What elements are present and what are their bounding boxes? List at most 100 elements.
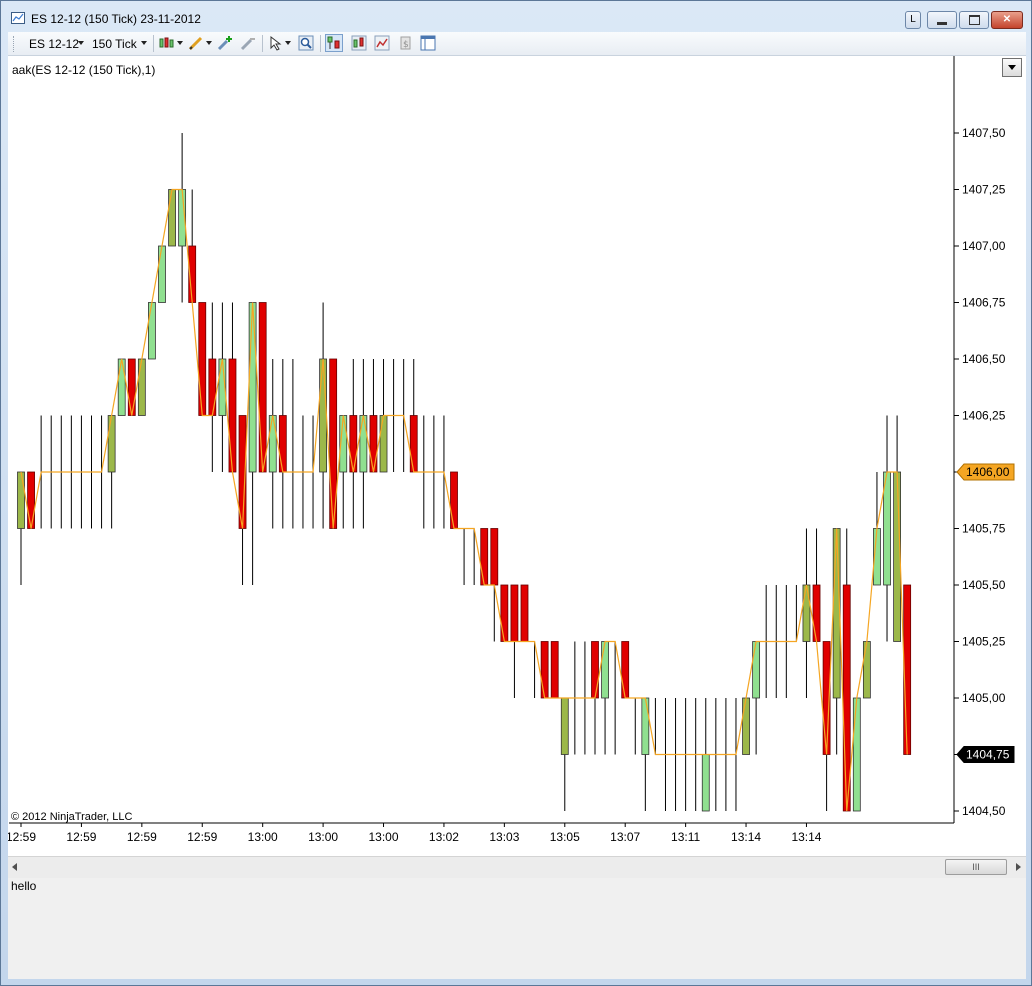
x-tick-label: 13:00	[369, 830, 399, 844]
chart-style-dropdown-icon[interactable]	[177, 41, 183, 45]
y-tick-label: 1406,50	[962, 352, 1006, 366]
x-tick-label: 13:07	[610, 830, 640, 844]
y-tick-label: 1405,50	[962, 578, 1006, 592]
close-button[interactable]: ✕	[991, 11, 1023, 29]
horizontal-scrollbar[interactable]: III	[8, 856, 1026, 878]
x-tick-label: 13:11	[671, 830, 700, 844]
candle-body-up	[107, 415, 116, 473]
y-tick-label: 1404,50	[962, 804, 1006, 818]
candle-body-down	[591, 641, 599, 699]
y-tick-label: 1406,25	[962, 409, 1006, 423]
price-chart[interactable]: 1407,50 1407,25 1407,00 1406,75 1406,50 1406,…	[8, 56, 1026, 856]
x-tick-label: 13:14	[791, 830, 821, 844]
link-button[interactable]: L	[905, 11, 921, 29]
x-tick-label: 12:59	[8, 830, 36, 844]
close-icon: ✕	[1002, 14, 1012, 25]
chevron-down-icon	[1008, 65, 1016, 70]
candle-body-down	[510, 584, 519, 642]
candle-body-down	[208, 358, 217, 416]
window-title: ES 12-12 (150 Tick) 23-11-2012	[31, 12, 201, 26]
candle-body-down	[480, 528, 489, 586]
add-drawing-icon[interactable]	[217, 35, 233, 51]
candle-body-down	[500, 584, 509, 642]
maximize-button[interactable]	[959, 11, 989, 29]
candle-body-up	[148, 302, 156, 360]
candle-body-up	[852, 697, 861, 812]
x-tick-label: 13:00	[248, 830, 278, 844]
instrument-dropdown-icon[interactable]	[78, 41, 84, 45]
x-tick-label: 13:02	[429, 830, 459, 844]
candle-body-up	[701, 754, 710, 812]
data-box-icon[interactable]	[325, 34, 343, 52]
candle-body-down	[369, 415, 378, 473]
copyright-text: © 2012 NinjaTrader, LLC	[11, 811, 133, 823]
candle-body-up	[641, 697, 650, 755]
scroll-left-icon[interactable]	[12, 863, 17, 871]
chart-window-icon	[11, 12, 25, 24]
chart-window: ES 12-12 (150 Tick) 23-11-2012 L ✕ ES 12…	[0, 0, 1032, 986]
panels-icon[interactable]	[420, 35, 436, 51]
minimize-icon	[937, 22, 947, 25]
y-tick-label: 1407,00	[962, 239, 1006, 253]
client-area: ES 12-12 150 Tick $ 1407,50 1407,25 1407…	[8, 32, 1026, 979]
y-tick-label: 1405,00	[962, 691, 1006, 705]
toolbar-separator	[320, 35, 321, 52]
maximize-icon	[968, 15, 980, 25]
price-marker-label: 1406,00	[966, 465, 1010, 479]
candle-body-up	[248, 302, 257, 473]
properties-icon[interactable]: $	[397, 35, 413, 51]
scrollbar-thumb[interactable]: III	[945, 859, 1007, 875]
x-tick-label: 13:14	[731, 830, 761, 844]
x-tick-label: 13:03	[489, 830, 519, 844]
price-marker-label: 1404,75	[966, 748, 1010, 762]
indicator-label: aak(ES 12-12 (150 Tick),1)	[12, 63, 156, 77]
toolbar-grip[interactable]	[13, 36, 16, 52]
drawing-tool-dropdown-icon[interactable]	[206, 41, 212, 45]
cursor-icon[interactable]	[268, 35, 284, 51]
y-tick-label: 1405,25	[962, 635, 1006, 649]
candle-body-up	[601, 641, 609, 699]
x-tick-label: 13:05	[550, 830, 580, 844]
candle-body-down	[409, 415, 418, 473]
minimize-button[interactable]	[927, 11, 957, 29]
x-tick-label: 12:59	[187, 830, 217, 844]
indicators-icon[interactable]	[351, 35, 367, 51]
y-tick-label: 1406,75	[962, 296, 1006, 310]
candle-body-up	[862, 641, 871, 699]
chart-panel[interactable]: 1407,50 1407,25 1407,00 1406,75 1406,50 1406,…	[8, 56, 1026, 856]
candle-body-up	[802, 584, 811, 642]
chart-toolbar: ES 12-12 150 Tick $	[8, 32, 1026, 56]
candle-body-up	[359, 415, 368, 473]
interval-selector[interactable]: 150 Tick	[92, 37, 137, 51]
x-tick-label: 12:59	[66, 830, 96, 844]
title-bar[interactable]: ES 12-12 (150 Tick) 23-11-2012 L ✕	[1, 1, 1031, 33]
zoom-icon[interactable]	[298, 35, 314, 51]
chart-style-icon[interactable]	[159, 35, 175, 51]
candle-body-up	[158, 245, 166, 303]
candle-body-down	[550, 641, 559, 699]
candle-body-up	[137, 358, 146, 416]
toolbar-separator	[153, 35, 154, 52]
y-tick-label: 1407,25	[962, 183, 1006, 197]
candle-body-down	[621, 641, 630, 699]
candle-body-down	[198, 302, 207, 416]
candle-body-down	[490, 528, 499, 586]
candle-body-down	[258, 302, 267, 473]
candle-body-down	[540, 641, 549, 699]
candle-body-up	[168, 189, 176, 247]
strategies-icon[interactable]	[374, 35, 390, 51]
cursor-dropdown-icon[interactable]	[285, 41, 291, 45]
instrument-selector[interactable]: ES 12-12	[29, 37, 79, 51]
x-tick-label: 13:00	[308, 830, 338, 844]
candle-body-up	[560, 697, 569, 755]
candle-body-down	[228, 358, 237, 473]
candle-body-down	[349, 415, 358, 473]
candle-body-up	[379, 415, 388, 473]
drawing-tool-icon[interactable]	[188, 35, 204, 51]
interval-dropdown-icon[interactable]	[141, 41, 147, 45]
candle-body-up	[319, 358, 328, 473]
remove-drawing-icon[interactable]	[240, 35, 256, 51]
close-price-line	[20, 188, 908, 812]
chart-menu-button[interactable]	[1002, 58, 1022, 77]
scroll-right-icon[interactable]	[1016, 863, 1021, 871]
